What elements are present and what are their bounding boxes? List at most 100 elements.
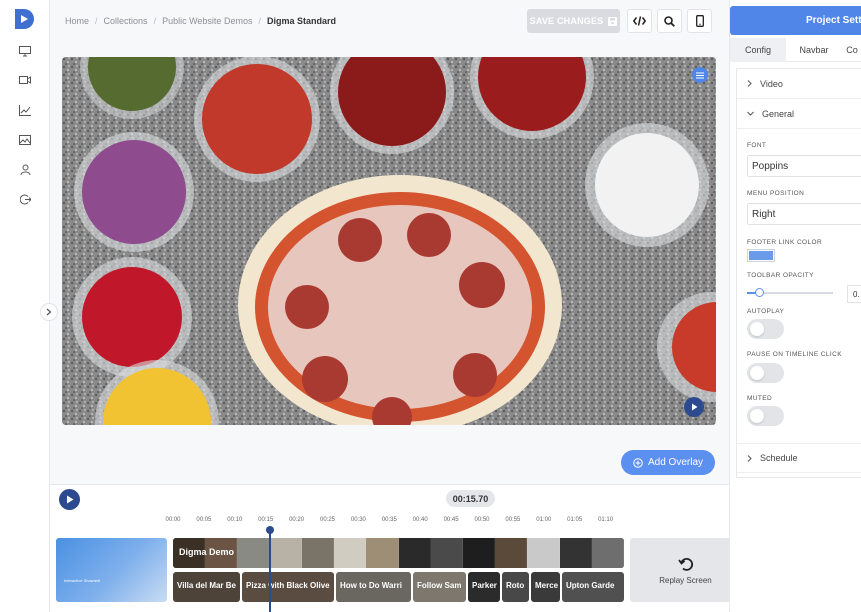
main-track-label: Digma Demo bbox=[179, 547, 235, 557]
thumbnail-text: Interactive Showreel bbox=[64, 578, 101, 583]
timeline-tick: 00:30 bbox=[350, 517, 366, 523]
timeline: 00:15.70 00:00 00:05 00:10 00:15 00:20 00:25 0… bbox=[50, 484, 741, 612]
timeline-tick: 01:00 bbox=[536, 517, 552, 523]
font-label: FONT bbox=[747, 142, 767, 149]
breadcrumb-collections[interactable]: Collections bbox=[104, 16, 148, 26]
chevron-right-icon bbox=[46, 308, 52, 316]
search-button[interactable] bbox=[657, 9, 682, 33]
tab-config[interactable]: Config bbox=[730, 38, 786, 62]
footer-link-color-label: FOOTER LINK COLOR bbox=[747, 239, 823, 246]
section-schedule[interactable]: Schedule bbox=[737, 443, 861, 473]
timeline-tick: 01:05 bbox=[567, 517, 583, 523]
section-video[interactable]: Video bbox=[737, 69, 861, 99]
font-select[interactable]: Poppins bbox=[747, 155, 861, 177]
tab-co[interactable]: Co bbox=[842, 38, 861, 62]
hamburger-icon bbox=[696, 71, 704, 79]
autoplay-label: AUTOPLAY bbox=[747, 308, 785, 315]
add-overlay-button[interactable]: Add Overlay bbox=[621, 450, 715, 475]
clip-item[interactable]: Upton Garde bbox=[562, 572, 624, 602]
image-icon[interactable] bbox=[17, 132, 33, 148]
mobile-phone-icon bbox=[695, 15, 704, 27]
settings-panel: Project Settings Config Navbar Co Video … bbox=[729, 0, 861, 612]
video-preview[interactable] bbox=[62, 57, 716, 425]
pause-on-timeline-click-label: PAUSE ON TIMELINE CLICK bbox=[747, 351, 842, 358]
user-icon[interactable] bbox=[17, 161, 33, 177]
breadcrumb-home[interactable]: Home bbox=[65, 16, 89, 26]
pause-on-timeline-click-toggle[interactable] bbox=[747, 363, 784, 383]
footer-link-color-swatch[interactable] bbox=[747, 249, 775, 262]
chapter-track: Villa del Mar Be Pizza with Black Olive … bbox=[173, 572, 624, 602]
settings-sections: Video General FONT Poppins MENU POSITION… bbox=[736, 68, 861, 478]
menu-position-select[interactable]: Right bbox=[747, 203, 861, 225]
video-play-button[interactable] bbox=[684, 397, 704, 417]
breadcrumb-separator: / bbox=[258, 16, 261, 26]
section-video-label: Video bbox=[760, 78, 783, 89]
timeline-ruler[interactable]: 00:00 00:05 00:10 00:15 00:20 00:25 00:30 00:35… bbox=[50, 511, 729, 525]
menu-position-label: MENU POSITION bbox=[747, 190, 805, 197]
muted-label: MUTED bbox=[747, 395, 773, 402]
embed-code-button[interactable] bbox=[627, 9, 652, 33]
clip-item[interactable]: Villa del Mar Be bbox=[173, 572, 240, 602]
plus-circle-icon bbox=[633, 457, 643, 468]
clip-item[interactable]: Roto bbox=[502, 572, 529, 602]
playhead[interactable] bbox=[266, 526, 274, 612]
breadcrumb-separator: / bbox=[153, 16, 157, 26]
timeline-tick: 00:25 bbox=[319, 517, 336, 523]
section-general-label: General bbox=[762, 108, 795, 119]
track-frames bbox=[173, 538, 624, 568]
search-icon bbox=[664, 15, 675, 27]
toolbar-opacity-label: TOOLBAR OPACITY bbox=[747, 272, 814, 279]
clip-item[interactable]: Follow Sam bbox=[413, 572, 466, 602]
video-menu-button[interactable] bbox=[692, 67, 708, 83]
main-video-thumbnail[interactable]: Interactive Showreel bbox=[56, 538, 167, 602]
tab-navbar[interactable]: Navbar bbox=[786, 38, 842, 62]
section-general[interactable]: General bbox=[737, 99, 861, 129]
timeline-tick: 00:15 bbox=[258, 517, 274, 523]
clip-item[interactable]: Parker bbox=[468, 572, 500, 602]
timeline-tick: 00:45 bbox=[443, 517, 459, 523]
slider-knob[interactable] bbox=[755, 288, 764, 297]
clip-item[interactable]: Merce bbox=[531, 572, 560, 602]
main-track-clip[interactable]: Digma Demo bbox=[173, 538, 624, 568]
play-icon bbox=[66, 495, 73, 504]
breadcrumb: Home / Collections / Public Website Demo… bbox=[65, 16, 336, 26]
replay-screen-button[interactable]: Replay Screen bbox=[630, 538, 741, 602]
chart-line-icon[interactable] bbox=[17, 102, 33, 118]
toolbar-opacity-input[interactable]: 0. bbox=[847, 285, 861, 303]
panel-tabs: Config Navbar Co bbox=[730, 38, 861, 62]
timeline-tick: 00:10 bbox=[227, 517, 243, 523]
panel-title: Project Settings bbox=[730, 6, 861, 35]
breadcrumb-public-website-demos[interactable]: Public Website Demos bbox=[162, 16, 252, 26]
timeline-tick: 00:50 bbox=[474, 517, 490, 523]
clip-item[interactable]: Pizza with Black Olive bbox=[242, 572, 334, 602]
chevron-down-icon bbox=[747, 111, 754, 116]
timeline-play-button[interactable] bbox=[59, 489, 80, 510]
breadcrumb-current: Digma Standard bbox=[266, 16, 336, 26]
digma-logo bbox=[15, 9, 34, 29]
expand-sidebar-button[interactable] bbox=[40, 303, 58, 321]
timeline-tick: 01:10 bbox=[598, 517, 614, 523]
muted-toggle[interactable] bbox=[747, 406, 784, 426]
floppy-disk-icon bbox=[608, 16, 618, 26]
monitor-icon[interactable] bbox=[17, 43, 33, 59]
toolbar-opacity-slider[interactable] bbox=[747, 288, 833, 297]
save-changes-label: SAVE CHANGES bbox=[529, 16, 604, 26]
chevron-right-icon bbox=[747, 80, 752, 87]
clip-item[interactable]: How to Do Warri bbox=[336, 572, 411, 602]
app: Home / Collections / Public Website Demo… bbox=[0, 0, 861, 612]
breadcrumb-separator: / bbox=[95, 16, 98, 26]
logout-icon[interactable] bbox=[17, 191, 33, 207]
mobile-preview-button[interactable] bbox=[687, 9, 712, 33]
color-swatch-fill bbox=[749, 251, 773, 260]
timeline-tick: 00:35 bbox=[381, 517, 397, 523]
timeline-tick: 00:05 bbox=[196, 517, 212, 523]
add-overlay-label: Add Overlay bbox=[647, 457, 704, 468]
timeline-tick: 00:40 bbox=[412, 517, 428, 523]
chevron-right-icon bbox=[747, 454, 752, 462]
pizza-scene-image bbox=[62, 57, 716, 425]
timeline-tick: 00:55 bbox=[505, 517, 521, 523]
save-changes-button[interactable]: SAVE CHANGES bbox=[527, 9, 620, 33]
replay-label: Replay Screen bbox=[659, 575, 712, 585]
video-camera-icon[interactable] bbox=[17, 72, 33, 88]
autoplay-toggle[interactable] bbox=[747, 319, 784, 339]
